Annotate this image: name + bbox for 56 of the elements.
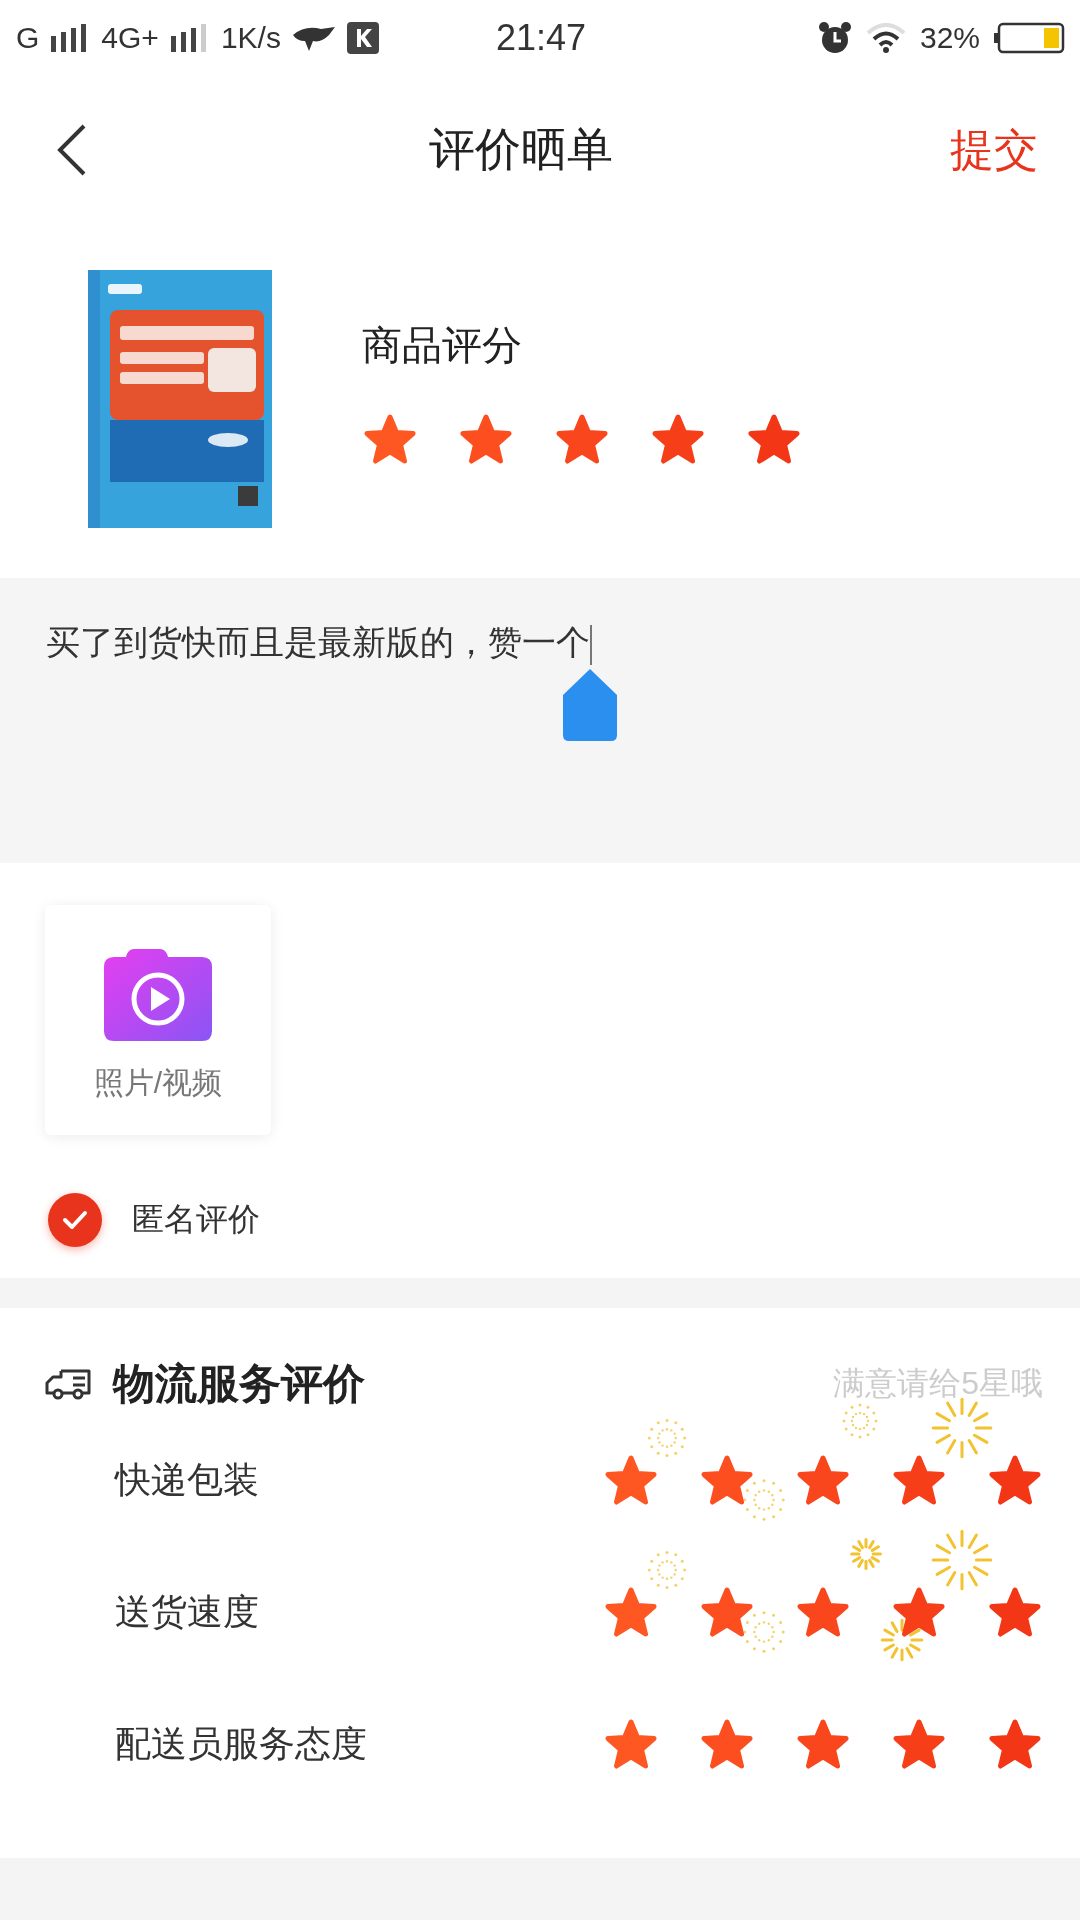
anonymous-checkbox[interactable] [48, 1193, 102, 1247]
truck-icon [45, 1367, 91, 1401]
star-icon[interactable] [458, 413, 514, 465]
network-label: 4G+ [101, 20, 159, 55]
star-rating[interactable] [603, 1454, 1043, 1506]
submit-button[interactable]: 提交 [950, 120, 1038, 180]
rating-label: 配送员服务态度 [115, 1721, 367, 1766]
star-icon[interactable] [795, 1586, 851, 1638]
rating-label: 商品评分 [362, 322, 523, 369]
checkmark-icon [62, 1210, 88, 1230]
star-rating[interactable] [603, 1586, 1043, 1638]
sparkle-icon [647, 1550, 687, 1590]
carrier-label: G [16, 20, 40, 55]
clock-time: 21:47 [495, 16, 587, 59]
star-icon[interactable] [795, 1454, 851, 1506]
star-icon[interactable] [746, 413, 802, 465]
battery-icon [994, 21, 1066, 54]
star-icon[interactable] [603, 1454, 659, 1506]
star-icon[interactable] [603, 1718, 659, 1770]
sparkle-icon [850, 1538, 882, 1570]
star-rating[interactable] [603, 1718, 1043, 1770]
star-icon[interactable] [699, 1586, 755, 1638]
rating-label: 送货速度 [115, 1589, 259, 1634]
star-icon[interactable] [603, 1586, 659, 1638]
star-icon[interactable] [987, 1718, 1043, 1770]
sparkle-icon [743, 1479, 785, 1521]
star-icon[interactable] [987, 1454, 1043, 1506]
sparkle-icon [842, 1403, 878, 1439]
rating-label: 快递包装 [115, 1457, 259, 1502]
star-icon[interactable] [795, 1718, 851, 1770]
page-title: 评价晒单 [429, 122, 613, 177]
star-icon[interactable] [891, 1454, 947, 1506]
star-icon[interactable] [554, 413, 610, 465]
sparkle-icon [931, 1529, 993, 1591]
star-icon[interactable] [650, 413, 706, 465]
star-icon[interactable] [891, 1718, 947, 1770]
cursor-handle-icon[interactable] [563, 669, 617, 741]
star-icon[interactable] [987, 1586, 1043, 1638]
add-photo-video-button[interactable]: 照片/视频 [45, 905, 271, 1135]
star-icon[interactable] [699, 1718, 755, 1770]
app-notification-icon [346, 21, 379, 54]
star-rating[interactable] [362, 413, 802, 465]
sparkle-icon [647, 1418, 687, 1458]
star-icon[interactable] [891, 1586, 947, 1638]
star-icon[interactable] [699, 1454, 755, 1506]
sparkle-icon [931, 1397, 993, 1459]
sparkle-icon [880, 1618, 924, 1662]
alarm-icon [817, 20, 852, 55]
sparkle-icon [743, 1611, 785, 1653]
network-speed: 1K/s [220, 20, 281, 55]
wifi-icon [865, 22, 906, 53]
review-field[interactable]: 买了到货快而且是最新版的，赞一个 [46, 620, 592, 665]
anonymous-label: 匿名评价 [132, 1200, 260, 1239]
star-icon[interactable] [362, 413, 418, 465]
battery-percent: 32% [919, 20, 980, 55]
section-title: 物流服务评价 [113, 1359, 365, 1409]
